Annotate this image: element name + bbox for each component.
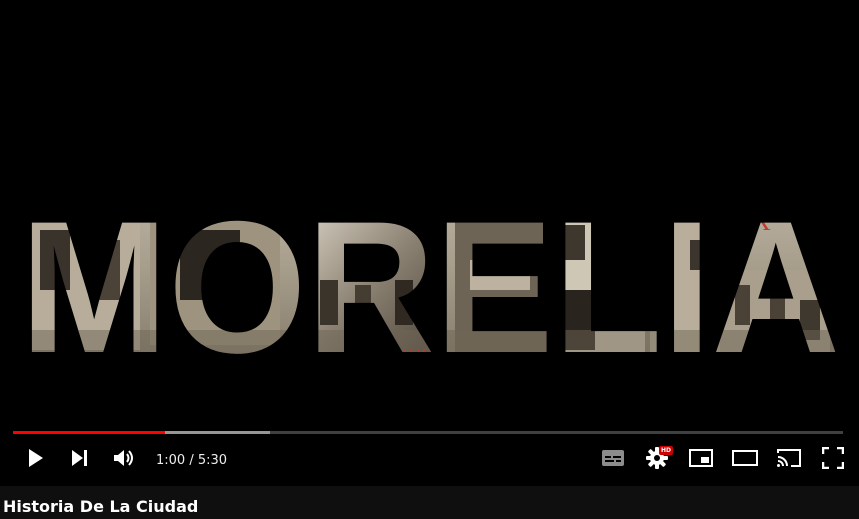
volume-icon [113,448,135,472]
fullscreen-button[interactable] [811,438,855,482]
time-display: 1:00 / 5:30 [156,452,228,468]
subtitles-icon [601,449,625,471]
next-button[interactable] [58,438,102,482]
video-player[interactable]: A X ECO MORELIA [0,0,859,486]
settings-button[interactable]: HD [635,438,679,482]
play-icon [27,448,45,472]
miniplayer-icon [689,449,713,471]
volume-button[interactable] [102,438,146,482]
progress-bar[interactable] [13,430,843,435]
video-title[interactable]: Historia De La Ciudad [3,497,198,516]
progress-played [13,431,165,434]
hd-badge: HD [658,446,673,455]
play-button[interactable] [14,438,58,482]
subtitles-button[interactable] [591,438,635,482]
fullscreen-icon [821,446,845,473]
theater-button[interactable] [723,438,767,482]
theater-mode-icon [732,450,758,470]
cast-icon [776,448,802,472]
video-frame[interactable]: A X ECO MORELIA [0,0,859,486]
overlay-title-text: MORELIA [20,182,840,392]
miniplayer-button[interactable] [679,438,723,482]
cast-button[interactable] [767,438,811,482]
skip-next-icon [70,449,90,471]
player-controls: 1:00 / 5:30 HD [0,436,859,484]
